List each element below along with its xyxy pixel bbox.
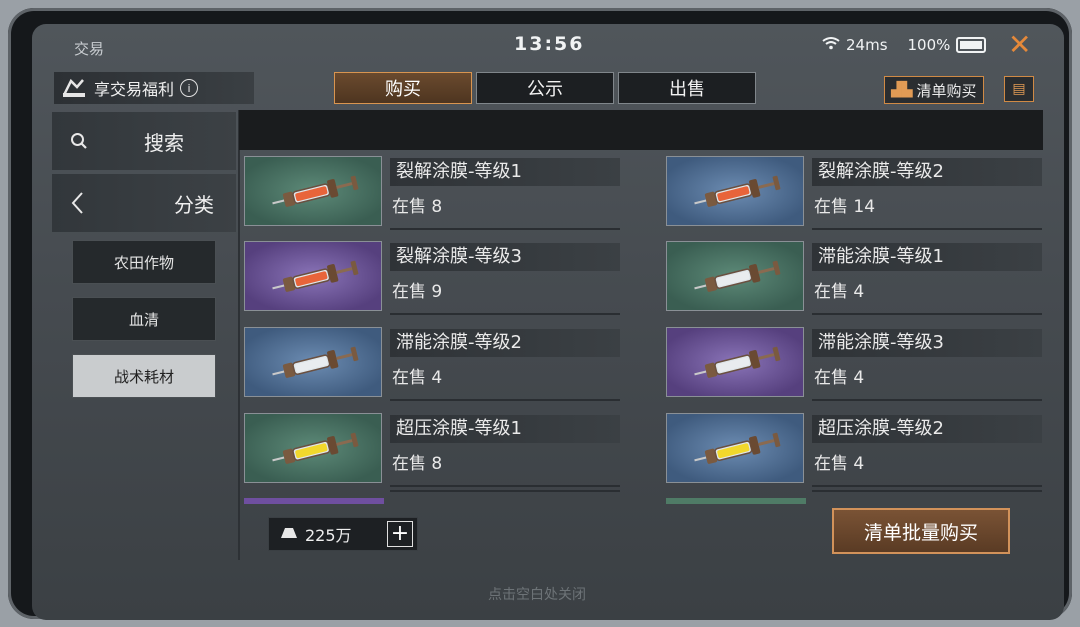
- syringe-icon: [694, 432, 781, 464]
- item-stock: 在售 9: [392, 282, 443, 302]
- gift-icon: [60, 77, 88, 99]
- search-label: 搜索: [144, 131, 184, 155]
- close-hint: 点击空白处关闭: [488, 587, 586, 603]
- network-latency: 24ms: [846, 36, 888, 54]
- currency-balance: 225万 +: [268, 517, 418, 551]
- item-thumbnail: [666, 156, 804, 226]
- list-item[interactable]: 滞能涂膜-等级2 在售 4: [244, 327, 622, 403]
- tab-buy[interactable]: 购买: [334, 72, 472, 104]
- item-name: 超压涂膜-等级1: [390, 415, 620, 443]
- list-item[interactable]: 超压涂膜-等级1 在售 8: [244, 413, 622, 489]
- item-stock: 在售 8: [392, 197, 443, 217]
- list-item-partial: [244, 498, 384, 504]
- list-item[interactable]: 超压涂膜-等级2 在售 4: [666, 413, 1044, 489]
- divider: [390, 485, 620, 487]
- list-buy-button[interactable]: ▟▙ 清单购买: [884, 76, 984, 104]
- syringe-icon: [272, 346, 359, 378]
- syringe-icon: [272, 260, 359, 292]
- filter-bar: [239, 110, 1043, 150]
- device-frame: 交易 13:56 24ms 100% ✕ 享交易福利 i 购买 公示 出售 ▟▙…: [8, 8, 1072, 620]
- divider: [390, 490, 620, 492]
- item-thumbnail: [244, 327, 382, 397]
- divider: [812, 399, 1042, 401]
- batch-buy-button[interactable]: 清单批量购买: [832, 508, 1010, 554]
- list-item[interactable]: 裂解涂膜-等级3 在售 9: [244, 241, 622, 317]
- info-icon[interactable]: i: [180, 79, 199, 97]
- divider: [390, 399, 620, 401]
- item-name: 超压涂膜-等级2: [812, 415, 1042, 443]
- boxes-icon: ▟▙: [891, 82, 913, 98]
- item-name: 滞能涂膜-等级1: [812, 243, 1042, 271]
- item-name: 滞能涂膜-等级2: [390, 329, 620, 357]
- notes-icon[interactable]: ▤: [1004, 76, 1034, 102]
- list-item-partial: [666, 498, 806, 504]
- syringe-icon: [694, 175, 781, 207]
- item-stock: 在售 4: [814, 282, 865, 302]
- list-buy-label: 清单购买: [916, 81, 977, 100]
- chevron-left-icon: [70, 191, 84, 220]
- divider: [812, 485, 1042, 487]
- divider: [812, 490, 1042, 492]
- list-item[interactable]: 裂解涂膜-等级2 在售 14: [666, 156, 1044, 232]
- trade-screen: 交易 13:56 24ms 100% ✕ 享交易福利 i 购买 公示 出售 ▟▙…: [32, 24, 1064, 620]
- list-item[interactable]: 裂解涂膜-等级1 在售 8: [244, 156, 622, 232]
- syringe-icon: [694, 346, 781, 378]
- category-label: 分类: [174, 193, 214, 217]
- gold-bar-icon: [279, 525, 299, 544]
- search-icon: [70, 131, 88, 155]
- category-serum[interactable]: 血清: [72, 297, 216, 341]
- perk-label: 享交易福利: [94, 80, 175, 99]
- item-thumbnail: [666, 327, 804, 397]
- divider: [812, 313, 1042, 315]
- battery-icon: [956, 37, 987, 53]
- item-stock: 在售 14: [814, 197, 876, 217]
- item-thumbnail: [666, 241, 804, 311]
- item-name: 裂解涂膜-等级1: [390, 158, 620, 186]
- trade-perk-banner[interactable]: 享交易福利 i: [54, 72, 254, 104]
- wifi-icon: [822, 36, 840, 54]
- item-stock: 在售 8: [392, 454, 443, 474]
- item-thumbnail: [666, 413, 804, 483]
- balance-value: 225万: [305, 526, 352, 545]
- tab-notice[interactable]: 公示: [476, 72, 614, 104]
- divider: [812, 228, 1042, 230]
- list-item[interactable]: 滞能涂膜-等级3 在售 4: [666, 327, 1044, 403]
- syringe-icon: [272, 432, 359, 464]
- status-bar: 交易 13:56 24ms 100%: [32, 24, 1064, 66]
- syringe-icon: [694, 260, 781, 292]
- item-thumbnail: [244, 156, 382, 226]
- sidebar-divider: [238, 110, 240, 560]
- category-crops[interactable]: 农田作物: [72, 240, 216, 284]
- divider: [390, 313, 620, 315]
- close-icon[interactable]: ✕: [1008, 30, 1031, 60]
- item-thumbnail: [244, 241, 382, 311]
- item-stock: 在售 4: [392, 368, 443, 388]
- divider: [390, 228, 620, 230]
- battery-percent: 100%: [907, 36, 951, 54]
- clock: 13:56: [514, 33, 585, 55]
- item-name: 滞能涂膜-等级3: [812, 329, 1042, 357]
- search-button[interactable]: 搜索: [52, 112, 236, 170]
- syringe-icon: [272, 175, 359, 207]
- category-tactical-consumables[interactable]: 战术耗材: [72, 354, 216, 398]
- item-stock: 在售 4: [814, 454, 865, 474]
- item-stock: 在售 4: [814, 368, 865, 388]
- category-button[interactable]: 分类: [52, 174, 236, 232]
- status-indicators: 24ms 100%: [822, 36, 987, 54]
- item-thumbnail: [244, 413, 382, 483]
- screen-title: 交易: [74, 40, 105, 58]
- tab-sell[interactable]: 出售: [618, 72, 756, 104]
- item-name: 裂解涂膜-等级3: [390, 243, 620, 271]
- item-name: 裂解涂膜-等级2: [812, 158, 1042, 186]
- add-currency-button[interactable]: +: [387, 521, 413, 547]
- tab-bar: 购买 公示 出售: [334, 72, 756, 104]
- list-item[interactable]: 滞能涂膜-等级1 在售 4: [666, 241, 1044, 317]
